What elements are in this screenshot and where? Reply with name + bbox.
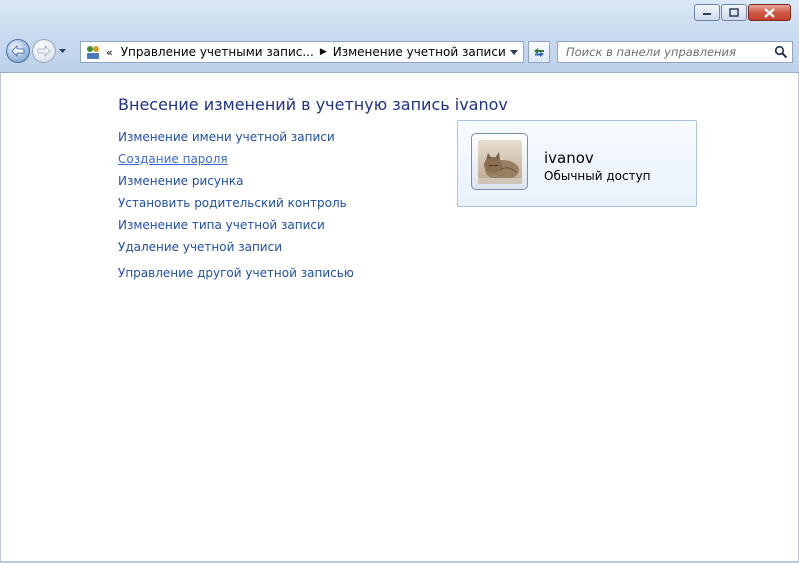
address-dropdown-icon[interactable] <box>509 46 519 58</box>
recent-pages-dropdown[interactable] <box>57 38 67 64</box>
change-picture-link[interactable]: Изменение рисунка <box>118 173 354 195</box>
kitten-photo <box>478 140 522 184</box>
manage-other-account-link[interactable]: Управление другой учетной записью <box>118 265 354 287</box>
maximize-icon <box>729 8 739 17</box>
task-links: Изменение имени учетной записи Создание … <box>118 129 354 287</box>
minimize-icon <box>703 12 711 15</box>
control-panel-icon <box>87 46 99 59</box>
back-button[interactable] <box>6 39 30 63</box>
search-box[interactable] <box>557 41 793 63</box>
breadcrumb-overflow-icon[interactable]: « <box>106 46 113 59</box>
window: « Управление учетными запис... ▶ Изменен… <box>0 0 799 563</box>
delete-account-link[interactable]: Удаление учетной записи <box>118 239 354 261</box>
forward-button[interactable] <box>32 39 56 63</box>
search-input[interactable] <box>564 44 773 60</box>
page-title: Внесение изменений в учетную запись ivan… <box>118 95 508 114</box>
breadcrumb-arrow-icon[interactable]: ▶ <box>320 47 327 57</box>
account-name: ivanov <box>544 149 594 167</box>
account-type: Обычный доступ <box>544 169 651 183</box>
refresh-button[interactable] <box>528 41 550 63</box>
address-bar[interactable]: « Управление учетными запис... ▶ Изменен… <box>80 41 524 63</box>
close-button[interactable] <box>748 4 791 21</box>
title-bar: « Управление учетными запис... ▶ Изменен… <box>0 0 799 73</box>
refresh-icon <box>534 48 544 57</box>
back-arrow-icon <box>11 45 25 57</box>
change-account-type-link[interactable]: Изменение типа учетной записи <box>118 217 354 239</box>
close-icon <box>764 7 775 18</box>
maximize-button[interactable] <box>721 4 747 21</box>
account-card: ivanov Обычный доступ <box>457 120 697 207</box>
breadcrumb-user-accounts[interactable]: Управление учетными запис... <box>121 45 314 59</box>
chevron-down-icon <box>58 48 66 53</box>
rename-account-link[interactable]: Изменение имени учетной записи <box>118 129 354 151</box>
avatar <box>471 133 528 190</box>
breadcrumb-current[interactable]: Изменение учетной записи <box>333 45 506 59</box>
create-password-link[interactable]: Создание пароля <box>118 151 354 173</box>
parental-controls-link[interactable]: Установить родительский контроль <box>118 195 354 217</box>
minimize-button[interactable] <box>694 4 720 21</box>
caption-buttons <box>693 4 791 21</box>
navigation-bar <box>6 38 67 64</box>
content-pane: Внесение изменений в учетную запись ivan… <box>0 73 799 561</box>
forward-arrow-icon <box>37 45 51 57</box>
search-icon[interactable] <box>774 45 788 59</box>
